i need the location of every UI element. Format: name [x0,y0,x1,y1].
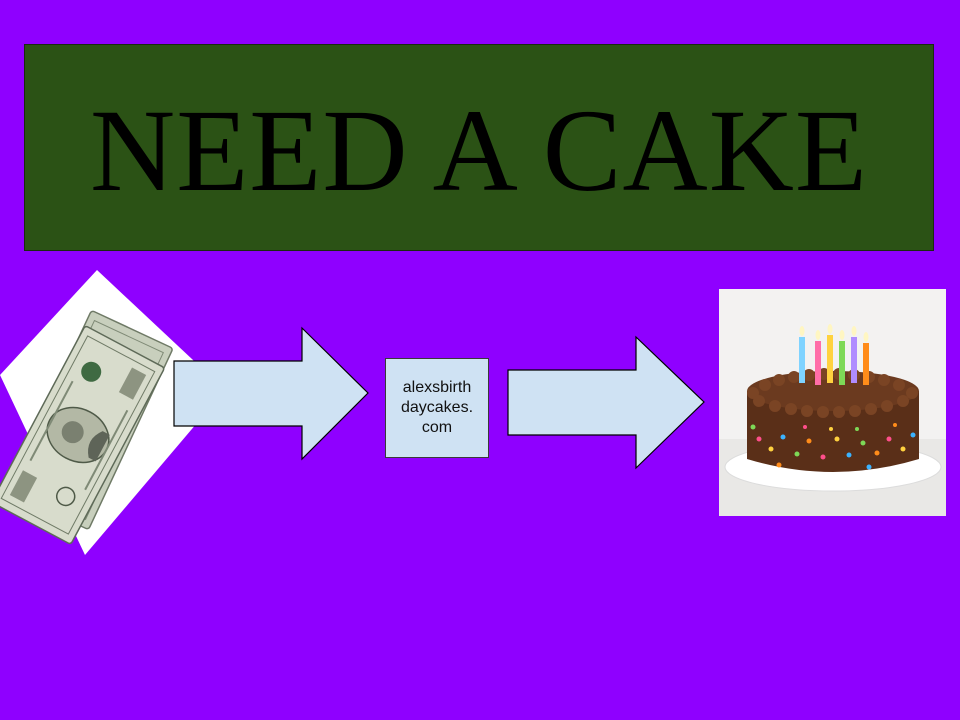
slide-title: NEED A CAKE [90,84,868,216]
title-box: NEED A CAKE [24,44,934,251]
website-label: alexsbirth daycakes. com [400,379,474,436]
arrow-right-icon [507,335,705,470]
arrow-right-icon [173,326,369,461]
cake-image [719,289,946,516]
website-box: alexsbirth daycakes. com [385,358,489,458]
slide: NEED A CAKE alexsbirth daycakes. com [0,0,960,720]
